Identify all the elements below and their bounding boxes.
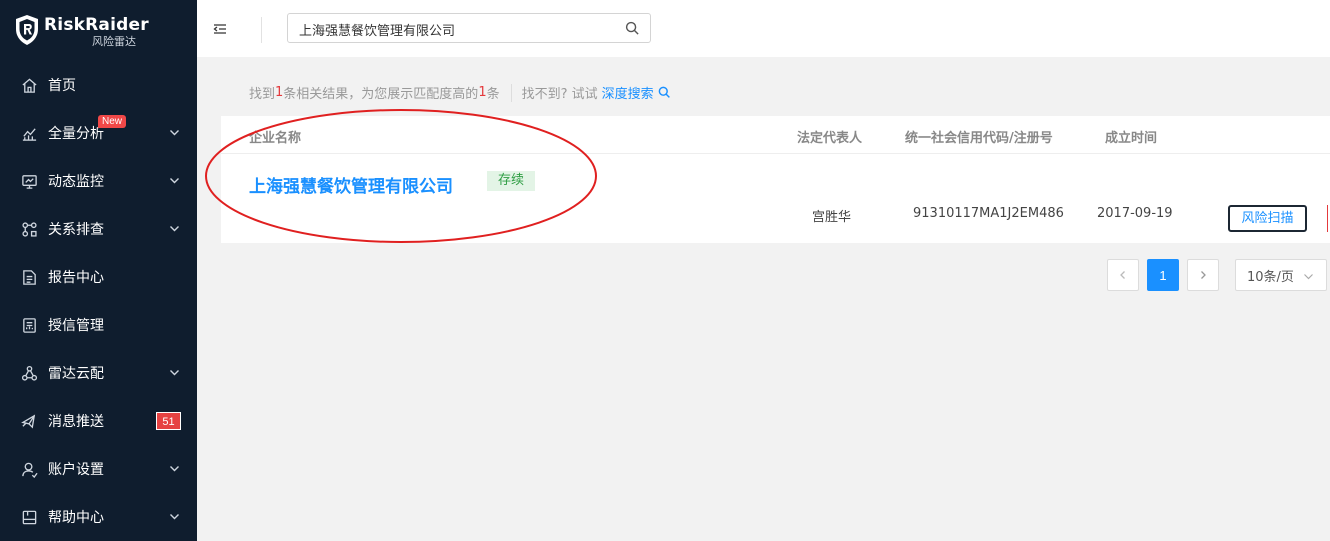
divider [221, 153, 1330, 154]
founded-date-cell: 2017-09-19 [1097, 206, 1173, 221]
sidebar-item-label: 雷达云配 [48, 366, 104, 382]
chevron-down-icon [170, 130, 179, 136]
sidebar-item-home[interactable]: 首页 [0, 61, 197, 109]
sidebar-item-message-push[interactable]: 消息推送 51 [0, 397, 197, 445]
report-icon [20, 268, 38, 286]
search-box[interactable] [287, 13, 651, 44]
app-logo[interactable]: RiskRaider 风险雷达 [14, 14, 184, 48]
summary-text: 找到 [249, 87, 276, 102]
sidebar-item-credit-management[interactable]: 授信管理 [0, 301, 197, 349]
logo-title: RiskRaider [44, 15, 149, 35]
summary-text: 条相关结果，为您展示匹配度高的 [283, 87, 479, 102]
sidebar-item-label: 账户设置 [48, 462, 104, 478]
logo-subtitle: 风险雷达 [92, 35, 136, 48]
column-header-credit-code: 统一社会信用代码/注册号 [905, 131, 1053, 146]
chevron-down-icon [170, 466, 179, 472]
company-name-link[interactable]: 上海强慧餐饮管理有限公司 [249, 172, 453, 197]
sidebar-item-label: 全量分析 [48, 126, 104, 142]
monitor-icon [20, 172, 38, 190]
sidebar: RiskRaider 风险雷达 首页 全量分析 New 动态监控 关系排查 报告… [0, 0, 197, 541]
chevron-left-icon [1120, 271, 1125, 279]
page-size-label: 10条/页 [1247, 269, 1294, 285]
results-table: 企业名称 法定代表人 统一社会信用代码/注册号 成立时间 上海强慧餐饮管理有限公… [221, 116, 1330, 243]
chevron-right-icon [1201, 271, 1206, 279]
status-badge: 存续 [487, 171, 536, 191]
sidebar-item-help-center[interactable]: 帮助中心 [0, 493, 197, 541]
cloud-config-icon [20, 364, 38, 382]
sidebar-item-relation-check[interactable]: 关系排查 [0, 205, 197, 253]
risk-scan-button[interactable]: 风险扫描 [1228, 205, 1307, 232]
result-summary: 找到 1 条相关结果，为您展示匹配度高的 1 条 找不到? 试试 深度搜索 [249, 83, 671, 102]
help-icon [20, 508, 38, 526]
deep-search-link[interactable]: 深度搜索 [602, 83, 654, 102]
search-icon[interactable] [625, 21, 640, 36]
sidebar-item-label: 动态监控 [48, 174, 104, 190]
chevron-down-icon [1304, 274, 1313, 280]
top-bar [197, 0, 1330, 57]
column-header-company: 企业名称 [249, 131, 302, 146]
not-found-text: 找不到? 试试 [521, 87, 598, 102]
credit-icon [20, 316, 38, 334]
chevron-down-icon [170, 370, 179, 376]
search-icon[interactable] [658, 86, 671, 99]
sidebar-item-report-center[interactable]: 报告中心 [0, 253, 197, 301]
analysis-icon [20, 124, 38, 142]
menu-collapse-icon[interactable] [211, 20, 229, 38]
sidebar-item-account-settings[interactable]: 账户设置 [0, 445, 197, 493]
home-icon [20, 76, 38, 94]
user-icon [20, 460, 38, 478]
found-count: 1 [275, 85, 284, 100]
prev-page-button[interactable] [1107, 259, 1139, 291]
sidebar-item-label: 关系排查 [48, 222, 104, 238]
unread-count-badge: 51 [156, 412, 181, 430]
sidebar-item-label: 报告中心 [48, 270, 104, 286]
sidebar-item-label: 消息推送 [48, 414, 104, 430]
next-page-button[interactable] [1187, 259, 1219, 291]
message-icon [20, 412, 38, 430]
sidebar-item-label: 首页 [48, 78, 76, 94]
summary-text: 条 [486, 87, 500, 102]
sidebar-item-radar-cloud[interactable]: 雷达云配 [0, 349, 197, 397]
legal-rep-cell: 宫胜华 [812, 210, 852, 225]
column-header-founded: 成立时间 [1105, 131, 1158, 146]
search-input[interactable] [288, 14, 621, 44]
sidebar-item-label: 帮助中心 [48, 510, 104, 526]
shown-count: 1 [478, 85, 487, 100]
sidebar-item-dynamic-monitor[interactable]: 动态监控 [0, 157, 197, 205]
chevron-down-icon [170, 514, 179, 520]
chevron-down-icon [170, 178, 179, 184]
sidebar-item-label: 授信管理 [48, 318, 104, 334]
new-badge: New [98, 115, 127, 128]
relation-icon [20, 220, 38, 238]
shield-logo-icon [16, 15, 38, 45]
page-size-select[interactable]: 10条/页 [1235, 259, 1327, 291]
divider [261, 17, 262, 43]
column-header-legal-rep: 法定代表人 [797, 131, 863, 146]
sidebar-item-full-analysis[interactable]: 全量分析 New [0, 109, 197, 157]
chevron-down-icon [170, 226, 179, 232]
page-number-button[interactable]: 1 [1147, 259, 1179, 291]
credit-code-cell: 91310117MA1J2EM486 [913, 206, 1064, 221]
divider [510, 83, 512, 102]
